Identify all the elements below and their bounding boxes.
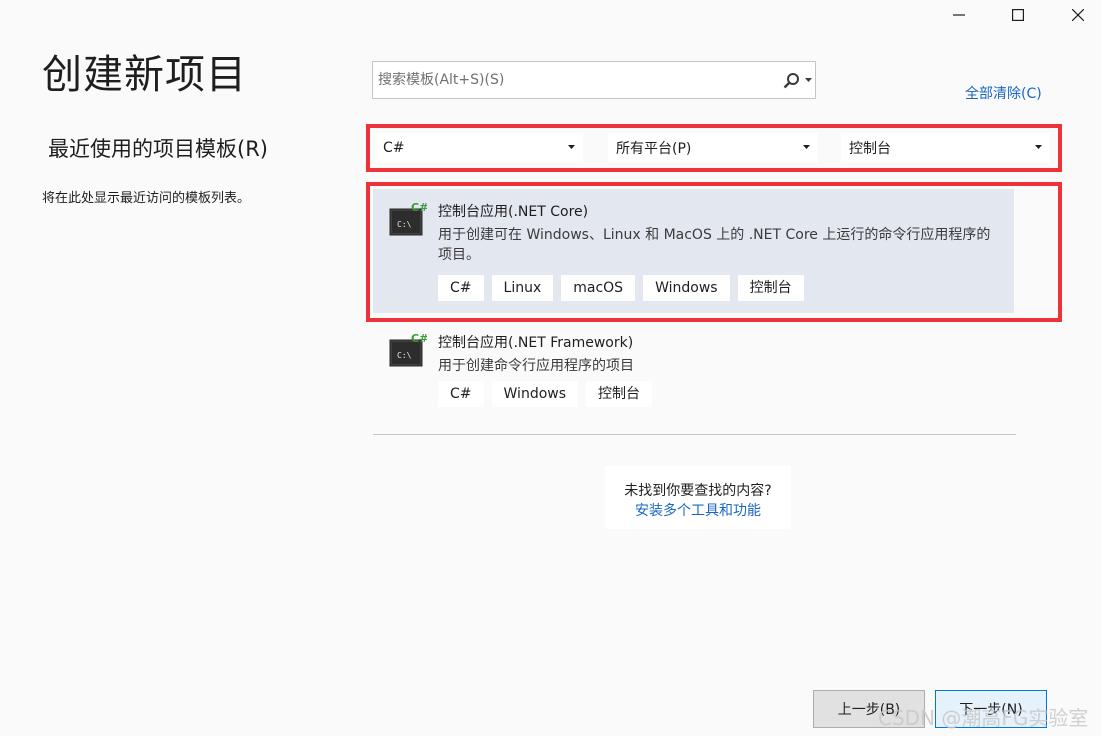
tag-windows: Windows (491, 381, 579, 407)
template-highlight-frame (366, 182, 1062, 322)
page-title: 创建新项目 (42, 52, 247, 98)
chevron-down-icon (803, 145, 810, 149)
svg-text:C#: C# (411, 332, 427, 345)
project-type-filter-value: 控制台 (849, 141, 891, 157)
recent-templates-empty-text: 将在此处显示最近访问的模板列表。 (42, 191, 251, 206)
minimize-button[interactable] (936, 0, 982, 30)
platform-filter-value: 所有平台(P) (616, 141, 692, 157)
console-app-icon: C:\ C# (389, 332, 427, 367)
search-box (372, 61, 816, 99)
language-filter-value: C# (383, 140, 405, 156)
template-item-console-netframework[interactable]: C:\ C# 控制台应用(.NET Framework) 用于创建命令行应用程序… (373, 320, 1014, 420)
maximize-icon (1012, 9, 1024, 21)
language-filter-dropdown[interactable]: C# (375, 133, 583, 163)
platform-filter-dropdown[interactable]: 所有平台(P) (608, 133, 818, 163)
tag-console: 控制台 (586, 381, 653, 407)
minimize-icon (953, 14, 965, 16)
template-name: 控制台应用(.NET Framework) (438, 335, 634, 351)
close-icon (1072, 9, 1084, 21)
not-found-text: 未找到你要查找的内容? (624, 483, 772, 499)
tag-csharp: C# (438, 381, 484, 407)
search-input[interactable] (378, 62, 768, 98)
template-description: 用于创建命令行应用程序的项目 (438, 358, 634, 374)
maximize-button[interactable] (995, 0, 1041, 30)
next-button[interactable]: 下一步(N) (935, 690, 1047, 728)
search-icon[interactable] (783, 72, 801, 90)
clear-all-link[interactable]: 全部清除(C) (965, 83, 1042, 103)
previous-button[interactable]: 上一步(B) (813, 690, 925, 728)
create-new-project-window: 创建新项目 最近使用的项目模板(R) 将在此处显示最近访问的模板列表。 全部清除… (0, 0, 1101, 736)
install-tools-link[interactable]: 安装多个工具和功能 (605, 500, 791, 520)
project-type-filter-dropdown[interactable]: 控制台 (841, 133, 1050, 163)
chevron-down-icon (1035, 145, 1042, 149)
list-divider (373, 434, 1016, 435)
template-tags: C# Windows 控制台 (438, 381, 653, 407)
svg-text:C:\: C:\ (397, 351, 412, 360)
close-button[interactable] (1055, 0, 1101, 30)
chevron-down-icon (568, 145, 575, 149)
not-found-panel: 未找到你要查找的内容? 安装多个工具和功能 (605, 466, 791, 529)
chevron-down-icon[interactable] (805, 78, 812, 83)
recent-templates-heading: 最近使用的项目模板(R) (48, 137, 268, 161)
